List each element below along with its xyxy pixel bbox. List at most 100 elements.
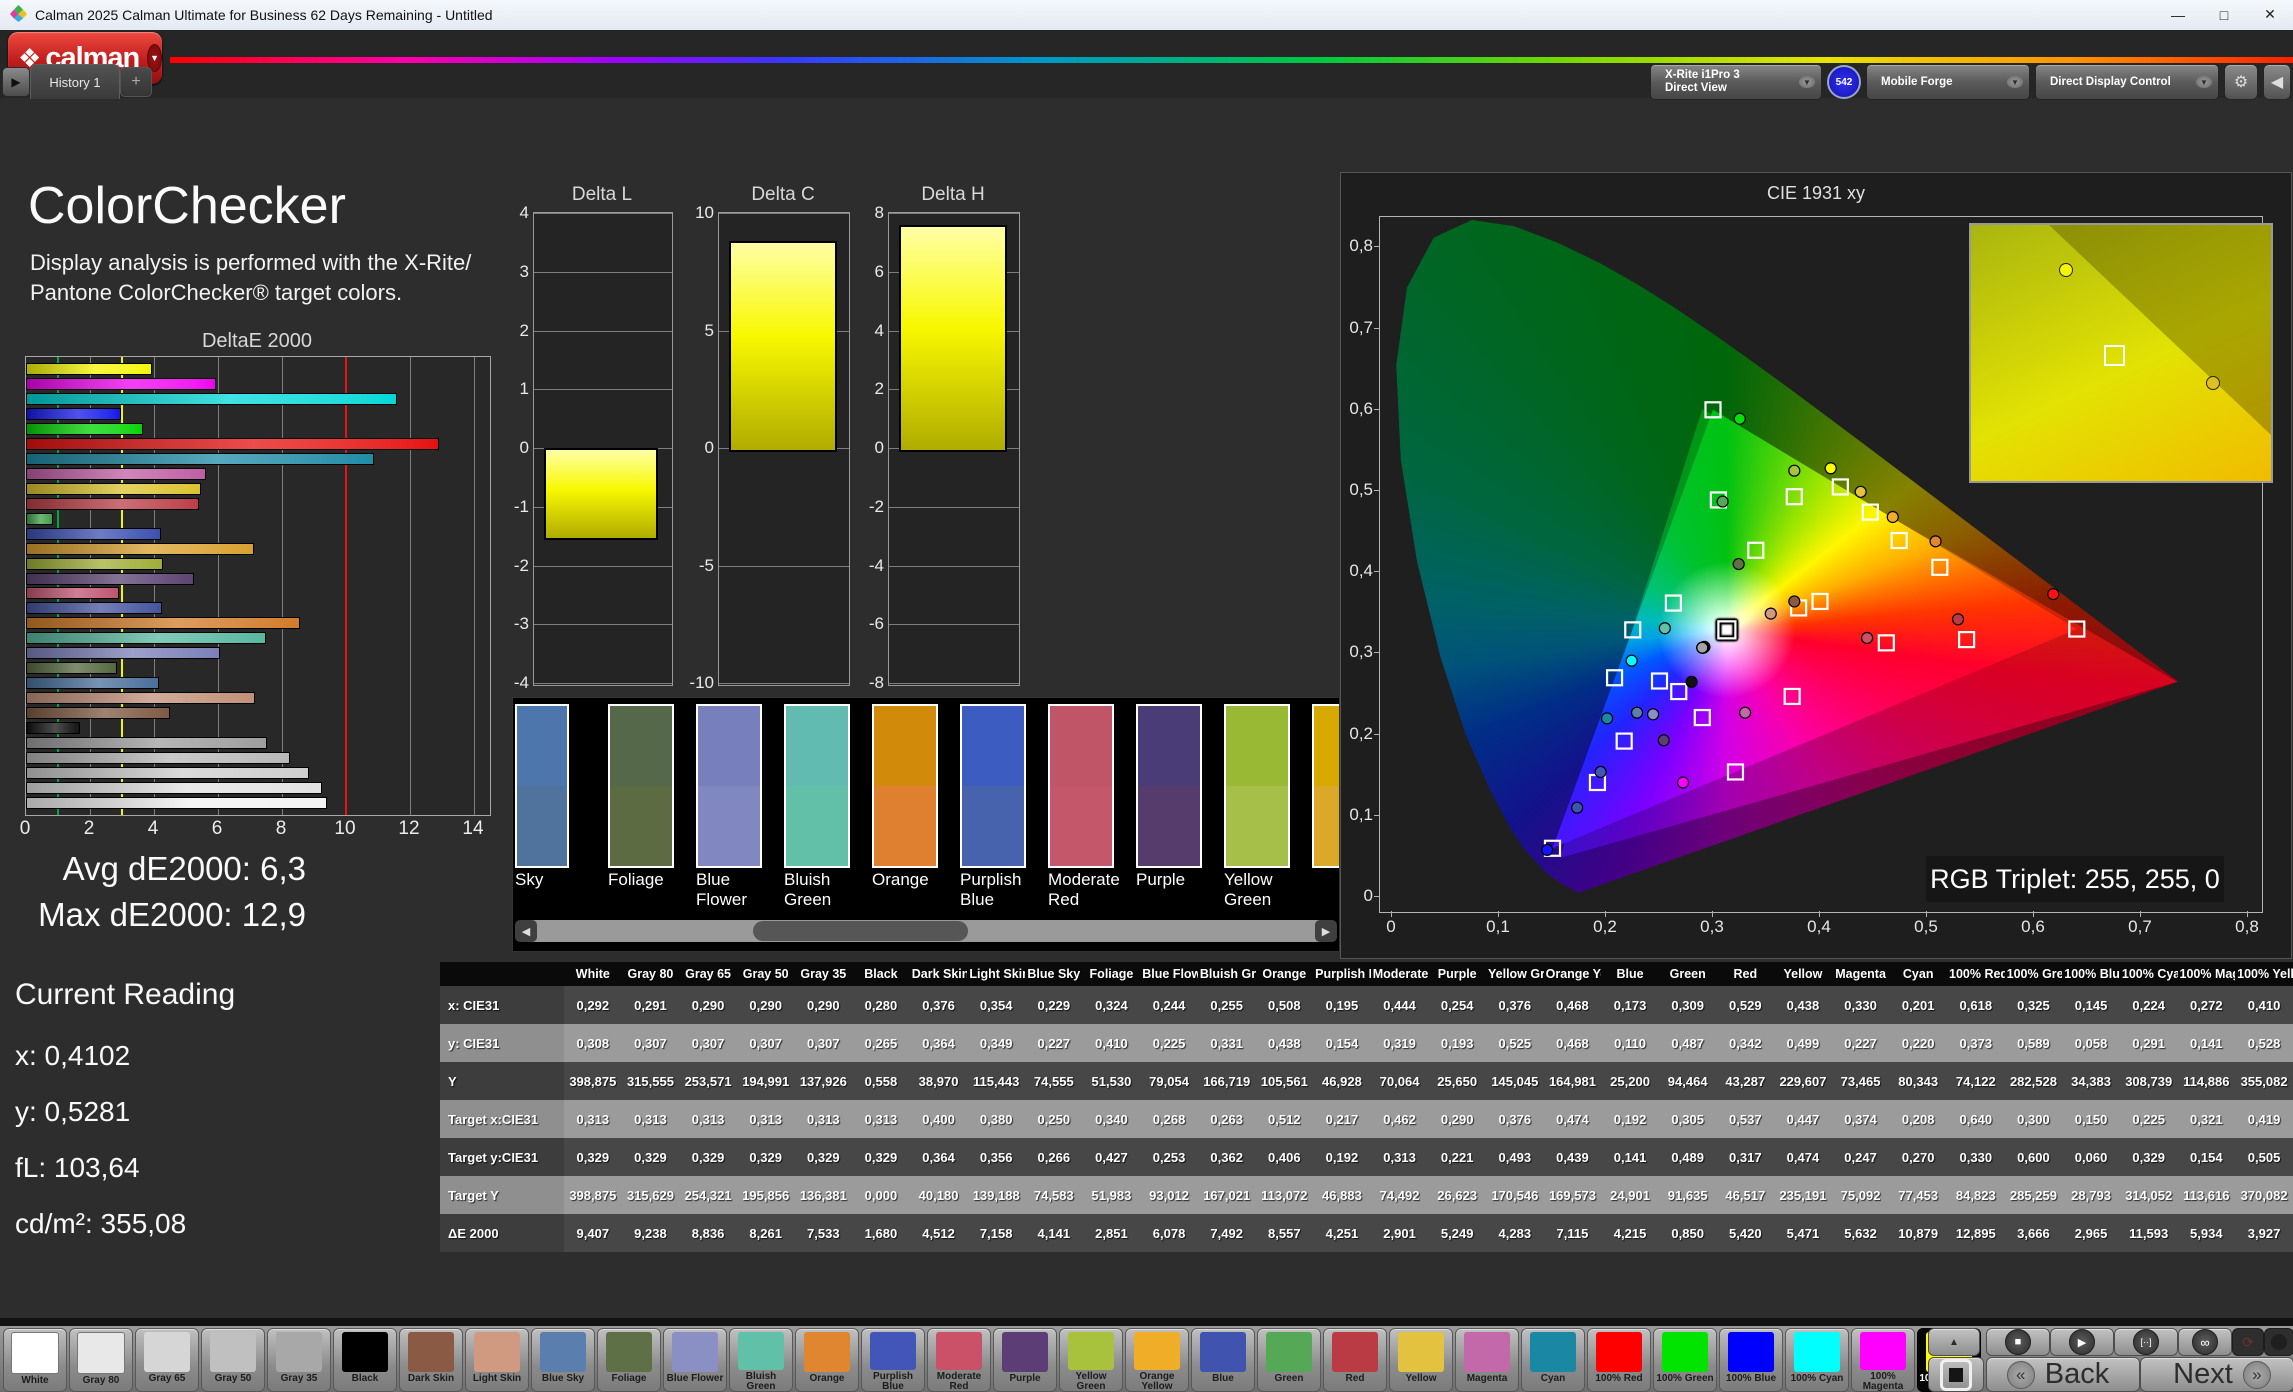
patch-button-foliage[interactable]: Foliage	[597, 1328, 661, 1392]
table-cell: 137,926	[795, 1062, 853, 1100]
play-button[interactable]: ▶	[2050, 1328, 2114, 1356]
cie-x-tick-label: 0	[1369, 917, 1413, 937]
swatch-strip-scrollbar[interactable]: ◀ ▶	[515, 920, 1337, 942]
patch-button-yellow-green[interactable]: Yellow Green	[1059, 1328, 1123, 1392]
patch-button-yellow[interactable]: Yellow	[1389, 1328, 1453, 1392]
target-color-half	[1138, 706, 1200, 786]
table-cell: 40,180	[910, 1176, 968, 1214]
tab-scroll-button[interactable]: ▶	[2, 67, 30, 97]
patch-button-magenta[interactable]: Magenta	[1455, 1328, 1519, 1392]
settings-button[interactable]: ⚙	[2224, 64, 2258, 100]
patch-button-dark-skin[interactable]: Dark Skin	[399, 1328, 463, 1392]
table-cell: 93,012	[1140, 1176, 1198, 1214]
strip-swatch-partial	[1312, 704, 1340, 868]
delta-h-chart	[888, 212, 1020, 686]
add-tab-button[interactable]: +	[120, 67, 152, 97]
table-cell: 0,307	[795, 1024, 853, 1062]
back-chevrons-icon: «	[2007, 1361, 2035, 1389]
column-header-black: Black	[852, 962, 910, 986]
next-button[interactable]: Next »	[2140, 1357, 2293, 1392]
tab-history-1[interactable]: History 1	[30, 64, 120, 99]
patch-button-100-cyan[interactable]: 100% Cyan	[1785, 1328, 1849, 1392]
table-cell: 0,229	[1025, 986, 1083, 1024]
display-control-selector[interactable]: Direct Display Control ▼	[2035, 64, 2219, 100]
stop-button[interactable]: ■	[1986, 1328, 2050, 1356]
patch-button-black[interactable]: Black	[333, 1328, 397, 1392]
patch-button-gray-50[interactable]: Gray 50	[201, 1328, 265, 1392]
collapse-panel-button[interactable]: ◀	[2263, 64, 2291, 100]
table-cell: 398,875	[564, 1062, 622, 1100]
patch-swatch	[606, 1332, 652, 1372]
patch-button-blue[interactable]: Blue	[1191, 1328, 1255, 1392]
patch-button-moderate-red[interactable]: Moderate Red	[927, 1328, 991, 1392]
table-cell: 0,380	[967, 1100, 1025, 1138]
patch-button-orange[interactable]: Orange	[795, 1328, 859, 1392]
patch-button-purplish-blue[interactable]: Purplish Blue	[861, 1328, 925, 1392]
table-cell: 0,221	[1428, 1138, 1486, 1176]
table-cell: 77,453	[1889, 1176, 1947, 1214]
patch-button-gray-80[interactable]: Gray 80	[69, 1328, 133, 1392]
table-cell: 91,635	[1659, 1176, 1717, 1214]
patch-button-red[interactable]: Red	[1323, 1328, 1387, 1392]
cie-y-tick	[1374, 328, 1380, 329]
patch-button-orange-yellow[interactable]: Orange Yellow	[1125, 1328, 1189, 1392]
patch-button-cyan[interactable]: Cyan	[1521, 1328, 1585, 1392]
rainbow-divider	[170, 57, 2293, 63]
patch-button-100-red[interactable]: 100% Red	[1587, 1328, 1651, 1392]
table-cell: 113,072	[1256, 1176, 1314, 1214]
patch-swatch	[672, 1332, 718, 1372]
table-cell: 0,373	[1947, 1024, 2005, 1062]
loop-continuous-button[interactable]: ∞	[2178, 1328, 2232, 1356]
reading-y: y: 0,5281	[15, 1096, 130, 1128]
refresh-button-disabled[interactable]: ⟳	[2232, 1328, 2264, 1356]
table-cell: 1,680	[852, 1214, 910, 1252]
back-button[interactable]: « Back	[1986, 1357, 2140, 1392]
table-cell: 253,571	[679, 1062, 737, 1100]
patch-button-gray-35[interactable]: Gray 35	[267, 1328, 331, 1392]
close-icon[interactable]: ✕	[2247, 0, 2293, 29]
deltae-bar-foliage	[26, 662, 117, 674]
table-cell: 169,573	[1544, 1176, 1602, 1214]
table-cell: 3,666	[2005, 1214, 2063, 1252]
table-cell: 0,060	[2062, 1138, 2120, 1176]
patch-button-white[interactable]: White	[3, 1328, 67, 1392]
patch-label: Moderate Red	[929, 1372, 989, 1391]
scrollbar-thumb[interactable]	[753, 921, 968, 941]
cie-x-tick-label: 0,1	[1476, 917, 1520, 937]
patch-button-gray-65[interactable]: Gray 65	[135, 1328, 199, 1392]
patch-list-up-button[interactable]: ▲	[1928, 1328, 1980, 1356]
table-cell: 0,330	[1832, 986, 1890, 1024]
table-cell: 0,474	[1544, 1100, 1602, 1138]
table-cell: 5,249	[1428, 1214, 1486, 1252]
record-button-disabled[interactable]	[2264, 1328, 2293, 1356]
patch-button-blue-flower[interactable]: Blue Flower	[663, 1328, 727, 1392]
target-marker	[1728, 764, 1743, 779]
patch-button-bluish-green[interactable]: Bluish Green	[729, 1328, 793, 1392]
measured-marker	[1686, 676, 1697, 687]
table-cell: 79,054	[1140, 1062, 1198, 1100]
patch-button-100-green[interactable]: 100% Green	[1653, 1328, 1717, 1392]
column-header-white: White	[564, 962, 622, 986]
patch-button-green[interactable]: Green	[1257, 1328, 1321, 1392]
row-label: Target y:CIE31	[440, 1138, 564, 1176]
scroll-right-icon[interactable]: ▶	[1315, 920, 1337, 942]
pattern-window-button[interactable]	[1928, 1357, 1984, 1392]
patch-button-light-skin[interactable]: Light Skin	[465, 1328, 529, 1392]
patch-button-100-magenta[interactable]: 100% Magenta	[1851, 1328, 1915, 1392]
patch-button-purple[interactable]: Purple	[993, 1328, 1057, 1392]
scroll-left-icon[interactable]: ◀	[515, 920, 537, 942]
maximize-icon[interactable]: □	[2201, 0, 2247, 29]
step-range-button[interactable]: [··]	[2114, 1328, 2178, 1356]
meter-selector[interactable]: X-Rite i1Pro 3 Direct View ▼	[1650, 64, 1822, 100]
meter-count-badge[interactable]: 542	[1827, 65, 1861, 99]
row-label: x: CIE31	[440, 986, 564, 1024]
measured-marker	[2048, 589, 2059, 600]
target-marker	[1813, 594, 1828, 609]
patch-button-blue-sky[interactable]: Blue Sky	[531, 1328, 595, 1392]
patch-label: Black	[335, 1374, 395, 1384]
target-marker	[1833, 479, 1848, 494]
patch-button-100-blue[interactable]: 100% Blue	[1719, 1328, 1783, 1392]
table-row: y: CIE310,3080,3070,3070,3070,3070,2650,…	[440, 1024, 2293, 1062]
source-selector[interactable]: Mobile Forge ▼	[1866, 64, 2030, 100]
minimize-icon[interactable]: —	[2155, 0, 2201, 29]
